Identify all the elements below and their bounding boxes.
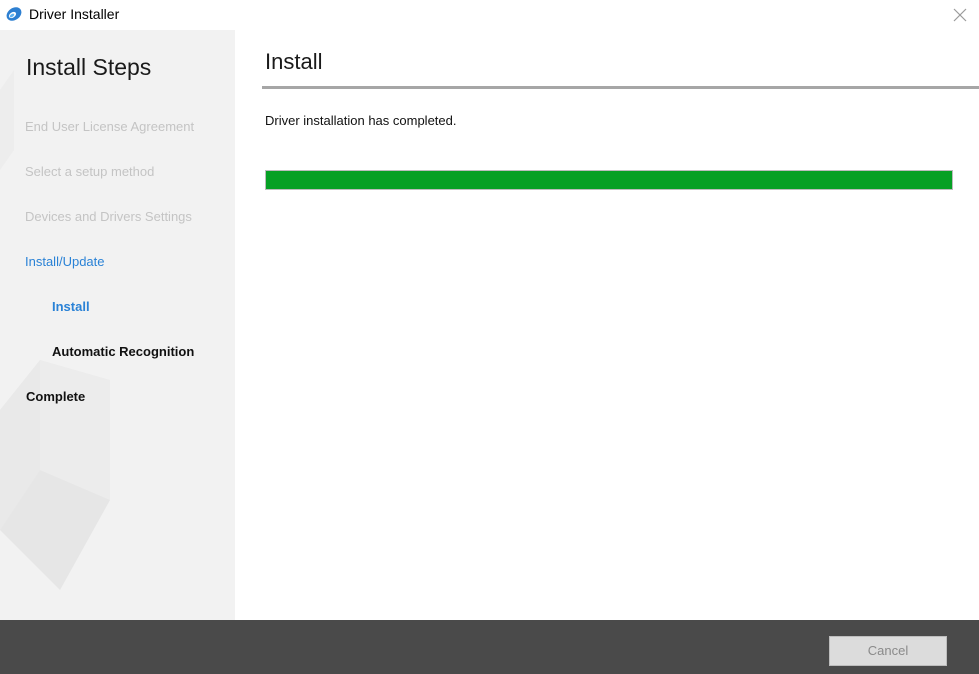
steps-sidebar: Install Steps End User License Agreement… xyxy=(0,30,235,620)
step-devices-drivers-settings: Devices and Drivers Settings xyxy=(25,209,192,224)
progress-fill xyxy=(266,171,952,189)
step-install-update: Install/Update xyxy=(25,254,105,269)
substep-automatic-recognition: Automatic Recognition xyxy=(52,344,195,359)
page-title: Install xyxy=(265,49,323,74)
cancel-button[interactable]: Cancel xyxy=(829,636,947,666)
install-progress-bar xyxy=(265,170,953,190)
close-icon[interactable] xyxy=(949,4,971,26)
step-eula: End User License Agreement xyxy=(25,119,195,134)
window-title: Driver Installer xyxy=(29,6,120,22)
substep-install: Install xyxy=(52,299,90,314)
heading-divider xyxy=(262,86,979,89)
install-steps-heading: Install Steps xyxy=(26,54,152,80)
step-setup-method: Select a setup method xyxy=(25,164,155,179)
title-bar: Driver Installer xyxy=(0,0,979,30)
step-complete: Complete xyxy=(26,389,86,404)
installer-window: Driver Installer Install Steps End User … xyxy=(0,0,979,674)
button-bar: Cancel xyxy=(0,620,979,674)
driver-installer-icon xyxy=(6,7,22,21)
status-message: Driver installation has completed. xyxy=(265,113,457,128)
